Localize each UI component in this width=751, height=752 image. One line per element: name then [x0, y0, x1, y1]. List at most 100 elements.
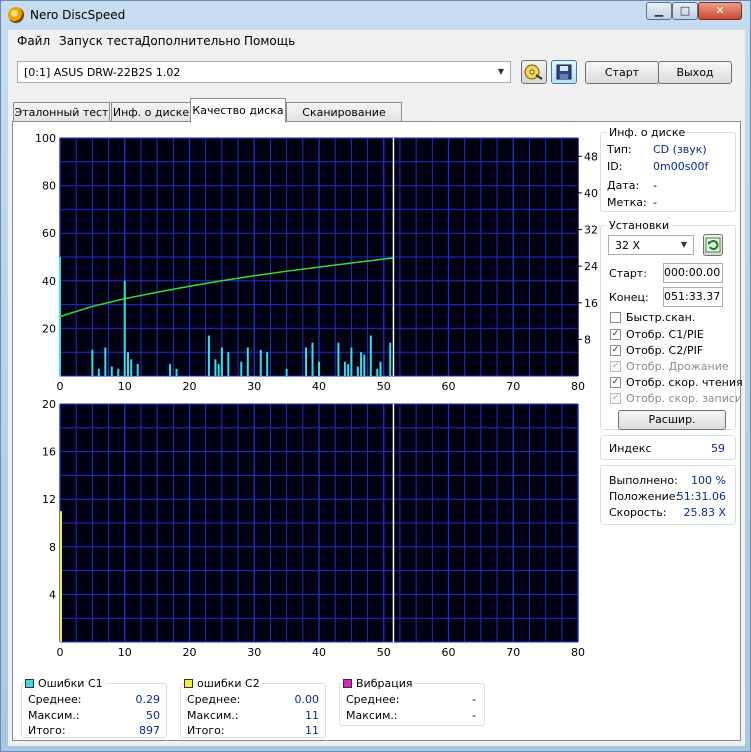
menu-file[interactable]: Файл [17, 34, 50, 48]
start-time-field[interactable]: 000:00.00 [663, 263, 723, 283]
c1-y-tick-label: 60 [42, 227, 56, 240]
c1-y-tick-label: 40 [42, 275, 56, 288]
tab-strip: Эталонный тест Инф. о диске Качество дис… [8, 98, 745, 132]
menu-extra[interactable]: Дополнительно [141, 34, 241, 48]
c2-x-tick-label: 10 [118, 646, 132, 659]
c2-total-value: 11 [305, 724, 319, 737]
start-button[interactable]: Старт [585, 61, 659, 84]
c2-errors-title: ошибки C2 [195, 677, 262, 690]
jitter-avg-value: - [472, 693, 476, 706]
jitter-max-value: - [472, 709, 476, 722]
disc-type-label: Тип: [607, 143, 632, 156]
c1-y-tick-label: 20 [42, 322, 56, 335]
c1-x-tick-label: 30 [247, 380, 261, 393]
settings-group: Установки 32 X ▼ Старт: 000:00.00 Конец:… [600, 219, 743, 430]
save-button[interactable] [551, 60, 577, 84]
menu-help[interactable]: Помощь [244, 34, 295, 48]
disc-id-label: ID: [607, 160, 623, 173]
c1-max-label: Максим.: [28, 709, 80, 722]
c2-y-tick-label: 20 [42, 398, 56, 411]
c2-y-tick-label: 16 [42, 446, 56, 459]
minimize-button[interactable]: ▁ [646, 2, 672, 20]
menu-run-test[interactable]: Запуск теста [59, 34, 142, 48]
c2-errors-group: ошибки C2 Среднее: 0.00 Максим.: 11 Итог… [180, 677, 326, 738]
tab-disc-info[interactable]: Инф. о диске [111, 102, 191, 122]
c1-avg-label: Среднее: [28, 693, 82, 706]
index-value: 59 [711, 442, 725, 455]
c1-x-tick-label: 70 [506, 380, 520, 393]
c1-right-tick-label: 32 [584, 224, 598, 237]
c1-legend-swatch [25, 679, 34, 688]
c1-avg-value: 0.29 [135, 693, 161, 706]
c1-x-tick-label: 60 [442, 380, 456, 393]
c2-legend-swatch [184, 679, 193, 688]
c1-x-tick-label: 80 [571, 380, 585, 393]
disc-info-group: Инф. о диске Тип: CD (звук) ID: 0m00s00f… [600, 126, 736, 212]
tab-disc-quality[interactable]: Качество диска [190, 98, 286, 123]
c2-x-tick-label: 80 [571, 646, 585, 659]
disc-label-value: - [653, 196, 657, 209]
c2-x-tick-label: 20 [183, 646, 197, 659]
check-icon: ✓ [610, 329, 621, 340]
jitter-max-label: Максим.: [346, 709, 398, 722]
c2-x-tick-label: 30 [247, 646, 261, 659]
c1-errors-group: Ошибки C1 Среднее: 0.29 Максим.: 50 Итог… [21, 677, 167, 738]
c2-x-tick-label: 50 [377, 646, 391, 659]
checkbox-label: Отобр. C2/PIF [626, 344, 704, 357]
exit-button[interactable]: Выход [658, 61, 732, 84]
c1-y-tick-label: 80 [42, 180, 56, 193]
position-label: Положение: [609, 490, 680, 503]
speed-select-value: 32 X [615, 239, 641, 252]
check-icon: ✓ [610, 361, 621, 372]
c1-x-tick-label: 50 [377, 380, 391, 393]
checkbox-box [610, 312, 621, 323]
quality-charts: 0 10 20 30 40 50 60 70 8020406080100816243240480… [35, 132, 598, 659]
index-group: Индекс 59 [600, 435, 736, 460]
disc-icon [524, 64, 543, 80]
speed-label: Скорость: [609, 506, 667, 519]
disc-label-label: Метка: [607, 196, 647, 209]
disc-info-title: Инф. о диске [607, 126, 688, 139]
close-button[interactable]: ✕ [698, 2, 742, 20]
maximize-button[interactable]: □ [672, 2, 698, 20]
speed-value: 25.83 X [683, 506, 726, 519]
tab-benchmark[interactable]: Эталонный тест [13, 102, 110, 122]
disc-date-value: - [653, 179, 657, 192]
disc-date-label: Дата: [607, 179, 640, 192]
disc-type-value: CD (звук) [653, 143, 707, 156]
end-time-field[interactable]: 051:33.37 [663, 287, 723, 307]
disc-quality-panel: 0 10 20 30 40 50 60 70 80 20 40 60 80 100 8 16 24 32 40 48 0… [12, 121, 743, 741]
c1-total-value: 897 [139, 724, 160, 737]
tab-disc-scan[interactable]: Сканирование диска [286, 102, 402, 132]
jitter-group: Вибрация Среднее: - Максим.: - [339, 677, 485, 726]
progress-group: Выполнено: 100 % Положение: 51:31.06 Ско… [600, 465, 736, 525]
refresh-icon [705, 237, 721, 253]
chevron-down-icon: ▼ [497, 67, 505, 76]
jitter-title: Вибрация [354, 677, 415, 690]
c1-right-tick-label: 40 [584, 187, 598, 200]
toolbar: [0:1] ASUS DRW-22B2S 1.02 ▼ Старт Выход [8, 52, 745, 92]
check-icon: ✓ [610, 393, 621, 404]
chevron-down-icon: ▼ [680, 240, 688, 249]
c2-x-tick-label: 70 [506, 646, 520, 659]
advanced-button[interactable]: Расшир. [618, 410, 726, 430]
speed-select[interactable]: 32 X ▼ [608, 235, 694, 255]
jitter-avg-label: Среднее: [346, 693, 400, 706]
settings-title: Установки [607, 219, 672, 232]
refresh-button[interactable] [703, 234, 723, 256]
check-icon: ✓ [610, 345, 621, 356]
c1-right-tick-label: 24 [584, 260, 598, 273]
c1-x-tick-label: 40 [312, 380, 326, 393]
checkbox-label: Отобр. скор. записи [626, 392, 743, 405]
c1-x-tick-label: 0 [57, 380, 64, 393]
c1-x-tick-label: 20 [183, 380, 197, 393]
done-label: Выполнено: [609, 474, 678, 487]
c2-y-tick-label: 4 [49, 588, 56, 601]
checkbox-label: Отобр. скор. чтения [626, 376, 743, 389]
end-time-label: Конец: [609, 291, 649, 304]
disc-eject-button[interactable] [521, 60, 547, 84]
c1-right-tick-label: 8 [584, 333, 591, 346]
position-value: 51:31.06 [676, 490, 726, 503]
c2-avg-value: 0.00 [294, 693, 320, 706]
drive-select[interactable]: [0:1] ASUS DRW-22B2S 1.02 ▼ [17, 61, 511, 83]
